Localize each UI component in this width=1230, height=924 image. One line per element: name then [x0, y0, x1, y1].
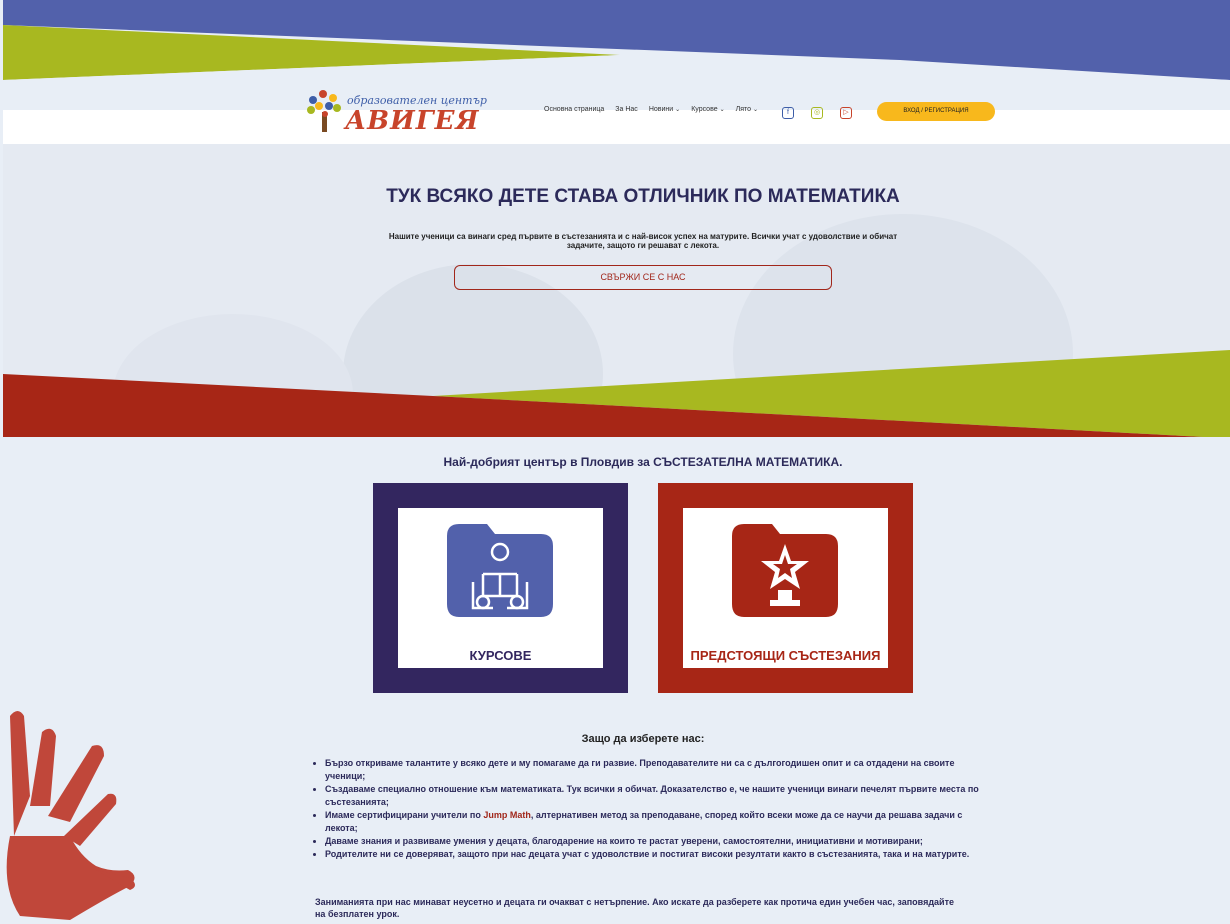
why-us-title: Защо да изберете нас: — [581, 733, 705, 745]
nav-item-label: Новини — [648, 106, 674, 113]
nav-item-label: Курсове — [691, 106, 718, 113]
competitions-card[interactable]: ПРЕДСТОЯЩИ СЪСТЕЗАНИЯ — [658, 483, 913, 693]
nav-item-label: Основна страница — [544, 106, 605, 113]
logo-name: АВИГЕЯ — [345, 106, 480, 136]
students-reading-icon — [447, 524, 553, 617]
section-tagline: Най-добрият център в Пловдив за СЪСТЕЗАТ… — [443, 455, 843, 469]
chevron-down-icon: ⌄ — [719, 107, 725, 113]
chevron-down-icon: ⌄ — [753, 107, 759, 113]
contact-us-button[interactable]: СВЪРЖИ СЕ С НАС — [454, 265, 832, 290]
list-item: Създаваме специално отношение към матема… — [325, 783, 985, 809]
nav-item-label: Лято — [735, 106, 752, 113]
header-bar — [3, 110, 1230, 144]
card-inner: КУРСОВЕ — [398, 508, 603, 668]
hero-subtitle: Нашите ученици са винаги сред първите в … — [388, 232, 898, 250]
card-inner: ПРЕДСТОЯЩИ СЪСТЕЗАНИЯ — [683, 508, 888, 668]
nav-item-label: За Нас — [615, 106, 638, 113]
hero-bottom-decorative-band — [3, 350, 1230, 437]
list-item: Даваме знания и развиваме умения у децат… — [325, 835, 985, 848]
instagram-icon[interactable]: ◎ — [811, 107, 823, 119]
main-navigation: Основна страница За Нас Новини ⌄ Курсове ⌄… — [544, 106, 758, 113]
youtube-icon[interactable]: ▷ — [840, 107, 852, 119]
nav-item-about[interactable]: За Нас — [615, 106, 638, 113]
top-decorative-band — [0, 0, 1230, 112]
list-item: Имаме сертифицирани учители по Jump Math… — [325, 809, 985, 835]
nav-item-home[interactable]: Основна страница — [544, 106, 604, 113]
chevron-down-icon: ⌄ — [675, 107, 681, 113]
jump-math-link[interactable]: Jump Math — [483, 810, 531, 820]
login-register-button[interactable]: ВХОД / РЕГИСТРАЦИЯ — [877, 102, 995, 121]
nav-item-news[interactable]: Новини ⌄ — [649, 106, 680, 113]
site-logo[interactable]: образователен център АВИГЕЯ — [305, 86, 487, 136]
why-us-footer-text: Заниманията при нас минават неусетно и д… — [315, 897, 954, 919]
list-item: Бързо откриваме талантите у всяко дете и… — [325, 757, 985, 783]
nav-item-summer[interactable]: Лято ⌄ — [736, 106, 758, 113]
nav-item-courses[interactable]: Курсове ⌄ — [691, 106, 724, 113]
star-trophy-icon — [732, 524, 838, 617]
courses-card-label: КУРСОВЕ — [469, 648, 532, 663]
facebook-icon[interactable]: f — [782, 107, 794, 119]
hero-title: ТУК ВСЯКО ДЕТЕ СТАВА ОТЛИЧНИК ПО МАТЕМАТ… — [386, 186, 900, 207]
courses-card[interactable]: КУРСОВЕ — [373, 483, 628, 693]
why-us-list: Бързо откриваме талантите у всяко дете и… — [313, 757, 985, 861]
competitions-card-label: ПРЕДСТОЯЩИ СЪСТЕЗАНИЯ — [690, 648, 881, 663]
list-item-text: Имаме сертифицирани учители по — [325, 810, 484, 820]
list-item: Родителите ни се доверяват, защото при н… — [325, 848, 985, 861]
tree-logo-icon — [307, 90, 341, 132]
